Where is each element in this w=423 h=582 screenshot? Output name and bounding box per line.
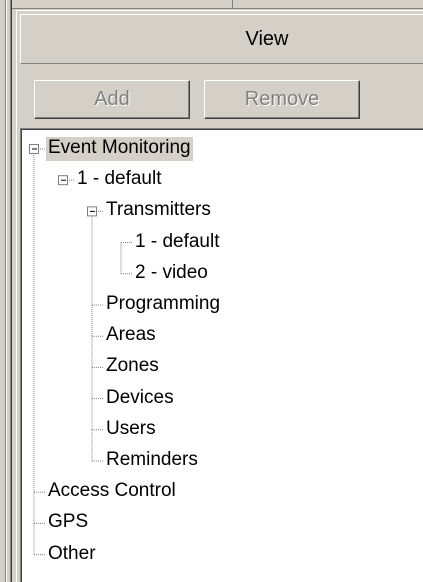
- collapse-toggle-icon[interactable]: [87, 206, 97, 217]
- tree-node[interactable]: 2 - video: [133, 262, 210, 286]
- top-divider-notch: [232, 0, 233, 8]
- splitter-line: [6, 0, 7, 582]
- splitter-line: [11, 0, 12, 582]
- tree-view[interactable]: Event Monitoring 1 - default Transmitters 1…: [20, 128, 423, 582]
- remove-button-label: Remove: [244, 88, 320, 110]
- tree-node[interactable]: Users: [104, 418, 158, 442]
- remove-button[interactable]: Remove: [204, 80, 360, 119]
- tree-node[interactable]: 1 - default: [75, 168, 164, 192]
- tree-node[interactable]: Event Monitoring: [46, 137, 193, 161]
- tree-node[interactable]: Transmitters: [104, 199, 213, 223]
- tree-node[interactable]: Programming: [104, 293, 222, 317]
- add-button-label: Add: [94, 88, 130, 110]
- tree-node[interactable]: Zones: [104, 355, 161, 379]
- tree-node[interactable]: 1 - default: [133, 231, 222, 255]
- top-divider: [12, 8, 423, 9]
- view-title: View: [245, 27, 289, 50]
- tree-node[interactable]: Devices: [104, 387, 176, 411]
- add-button[interactable]: Add: [34, 80, 190, 119]
- tree-node[interactable]: Areas: [104, 324, 158, 348]
- collapse-toggle-icon[interactable]: [29, 144, 39, 154]
- tree-node[interactable]: Reminders: [104, 449, 200, 473]
- tree-node[interactable]: Access Control: [46, 480, 178, 504]
- collapse-toggle-icon[interactable]: [58, 175, 68, 186]
- tree-node[interactable]: Other: [46, 543, 98, 567]
- tree-node[interactable]: GPS: [46, 511, 90, 535]
- view-header: View: [20, 14, 423, 64]
